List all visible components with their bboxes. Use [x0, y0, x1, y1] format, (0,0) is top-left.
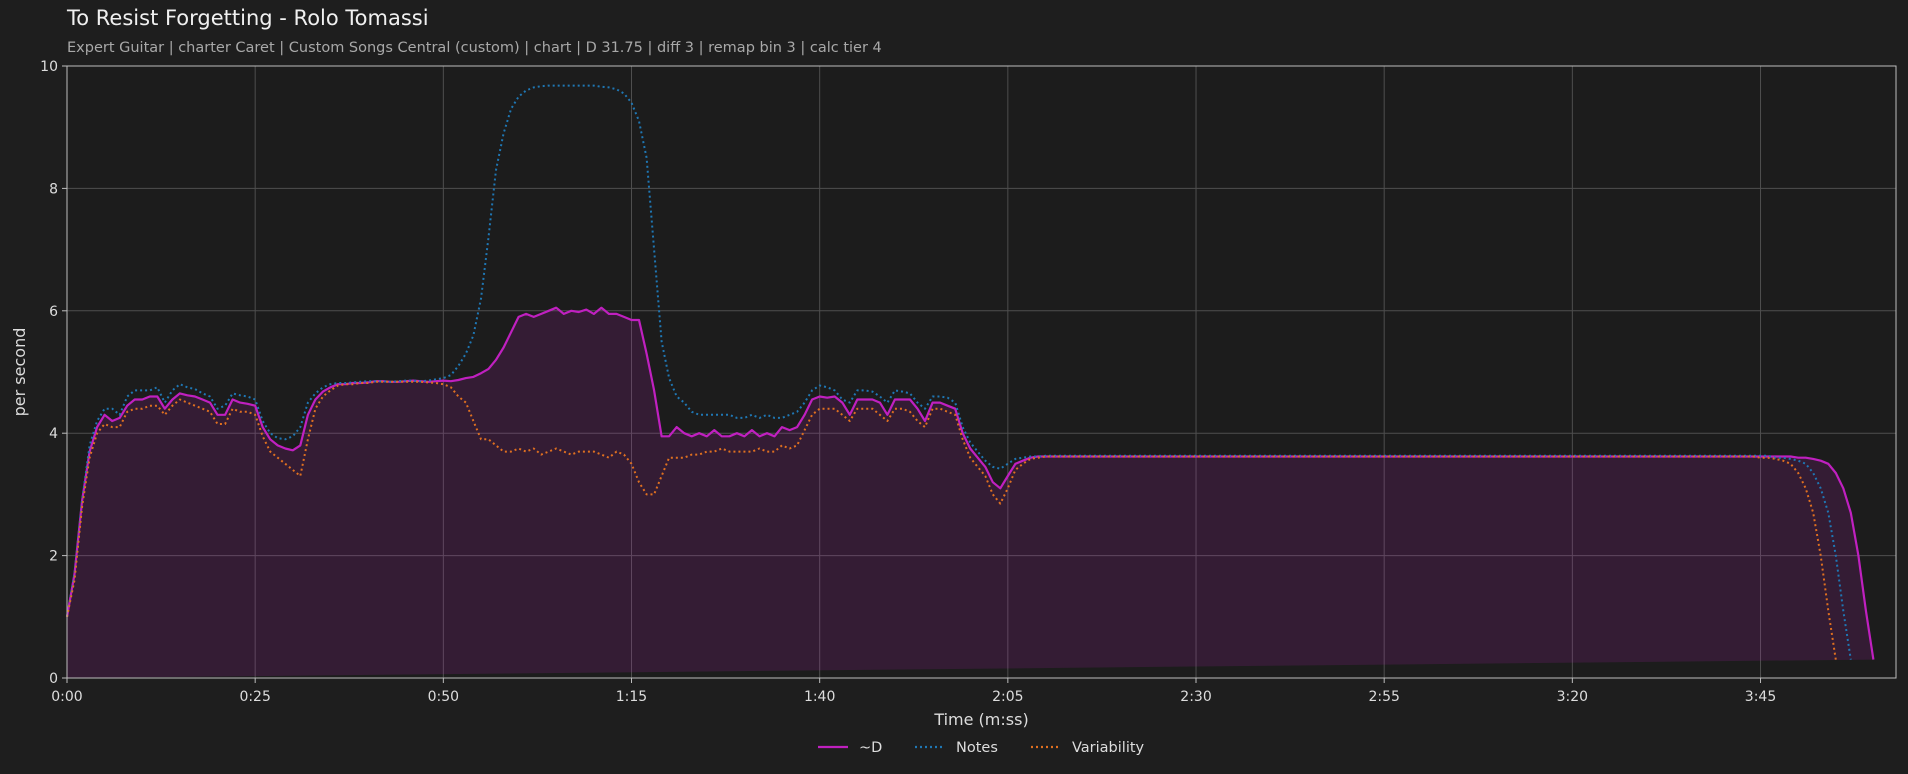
x-tick-label: 3:45	[1745, 689, 1776, 705]
y-axis-label: per second	[10, 328, 29, 417]
x-axis-ticks: 0:00 0:25 0:50 1:15 1:40 2:05 2:30 2:55 3:20 3:45	[51, 678, 1776, 705]
y-tick-label: 10	[40, 59, 58, 75]
x-tick-label: 0:25	[239, 689, 270, 705]
legend-label-0: ~D	[859, 740, 882, 756]
x-tick-label: 2:30	[1180, 689, 1211, 705]
x-tick-label: 1:40	[804, 689, 835, 705]
x-tick-label: 0:50	[428, 689, 459, 705]
legend: ~D Notes Variability	[818, 740, 1145, 756]
y-tick-label: 2	[49, 549, 58, 565]
y-axis-ticks: 0 2 4 6 8 10	[40, 59, 67, 687]
x-tick-label: 1:15	[616, 689, 647, 705]
legend-label-1: Notes	[956, 740, 998, 756]
y-tick-label: 6	[49, 304, 58, 320]
x-tick-label: 0:00	[51, 689, 82, 705]
x-tick-label: 2:05	[992, 689, 1023, 705]
x-axis-label: Time (m:ss)	[933, 710, 1028, 729]
y-tick-label: 0	[49, 671, 58, 687]
chart-canvas: 0:00 0:25 0:50 1:15 1:40 2:05 2:30 2:55 3:20 3:45…	[10, 59, 1897, 756]
y-tick-label: 8	[49, 181, 58, 197]
y-tick-label: 4	[49, 426, 58, 442]
legend-label-2: Variability	[1072, 740, 1145, 756]
x-tick-label: 3:20	[1557, 689, 1588, 705]
x-tick-label: 2:55	[1368, 689, 1399, 705]
